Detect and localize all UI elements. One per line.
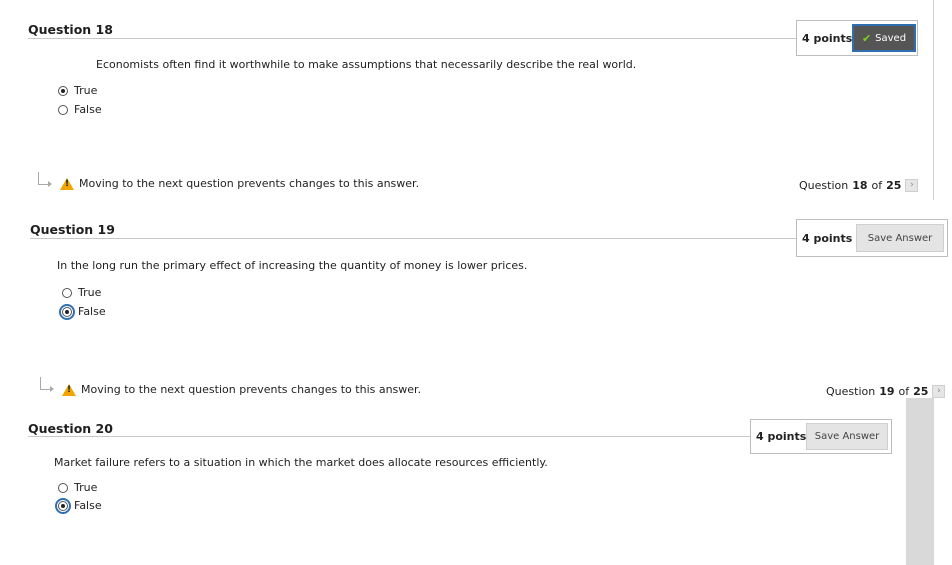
nav-prefix: Question [799,179,849,192]
nav-of: of [898,385,910,398]
radio-button-true[interactable] [62,287,72,298]
saved-button[interactable]: ✔ Saved [852,24,916,52]
chevron-right-icon[interactable]: › [932,385,946,398]
question-nav: Question 18 of 25 › [799,179,919,192]
option-true[interactable]: True [58,481,97,494]
radio-button-true[interactable] [58,482,68,493]
warning-text: Moving to the next question prevents cha… [81,383,422,396]
chevron-right-icon[interactable]: › [905,179,919,192]
option-label: False [74,103,102,116]
points-label: 4 points [802,231,853,245]
save-button-label: Saved [875,32,907,44]
check-icon: ✔ [861,31,872,45]
save-button-label: Save Answer [867,232,933,244]
radio-button-false[interactable] [55,497,71,514]
option-true[interactable]: True [58,84,97,97]
nav-current: 18 [852,179,868,192]
option-label: True [78,286,102,299]
option-label: True [74,84,98,97]
option-false[interactable]: False [58,103,102,116]
arrow-icon [40,377,54,392]
scroll-edge [933,0,934,200]
divider [28,436,750,437]
warning-icon [62,383,76,396]
warning-message: Moving to the next question prevents cha… [60,177,419,190]
radio-button-false[interactable] [59,303,75,320]
scrollbar[interactable] [906,398,934,565]
arrow-icon [38,172,52,187]
divider [30,238,796,239]
nav-current: 19 [879,385,895,398]
nav-prefix: Question [826,385,876,398]
option-label: True [74,481,98,494]
points-label: 4 points [802,31,853,45]
points-label: 4 points [756,430,807,443]
nav-total: 25 [913,385,929,398]
save-answer-button[interactable]: Save Answer [806,423,888,450]
question-title: Question 20 [28,421,113,436]
option-false[interactable]: False [55,497,102,514]
divider [28,38,796,39]
radio-button-false[interactable] [58,104,68,115]
warning-message: Moving to the next question prevents cha… [62,383,421,396]
nav-of: of [871,179,883,192]
warning-text: Moving to the next question prevents cha… [79,177,420,190]
save-answer-button[interactable]: Save Answer [856,224,944,252]
question-text: In the long run the primary effect of in… [57,259,528,272]
question-title: Question 19 [30,222,115,237]
save-button-label: Save Answer [814,431,880,442]
option-false[interactable]: False [59,303,106,320]
option-label: False [74,499,102,512]
radio-button-true[interactable] [58,85,68,96]
option-true[interactable]: True [62,286,101,299]
nav-total: 25 [886,179,902,192]
question-text: Economists often find it worthwhile to m… [96,58,637,71]
question-nav: Question 19 of 25 › [826,385,946,398]
question-title: Question 18 [28,22,113,37]
option-label: False [78,305,106,318]
question-text: Market failure refers to a situation in … [54,456,548,469]
warning-icon [60,177,74,190]
